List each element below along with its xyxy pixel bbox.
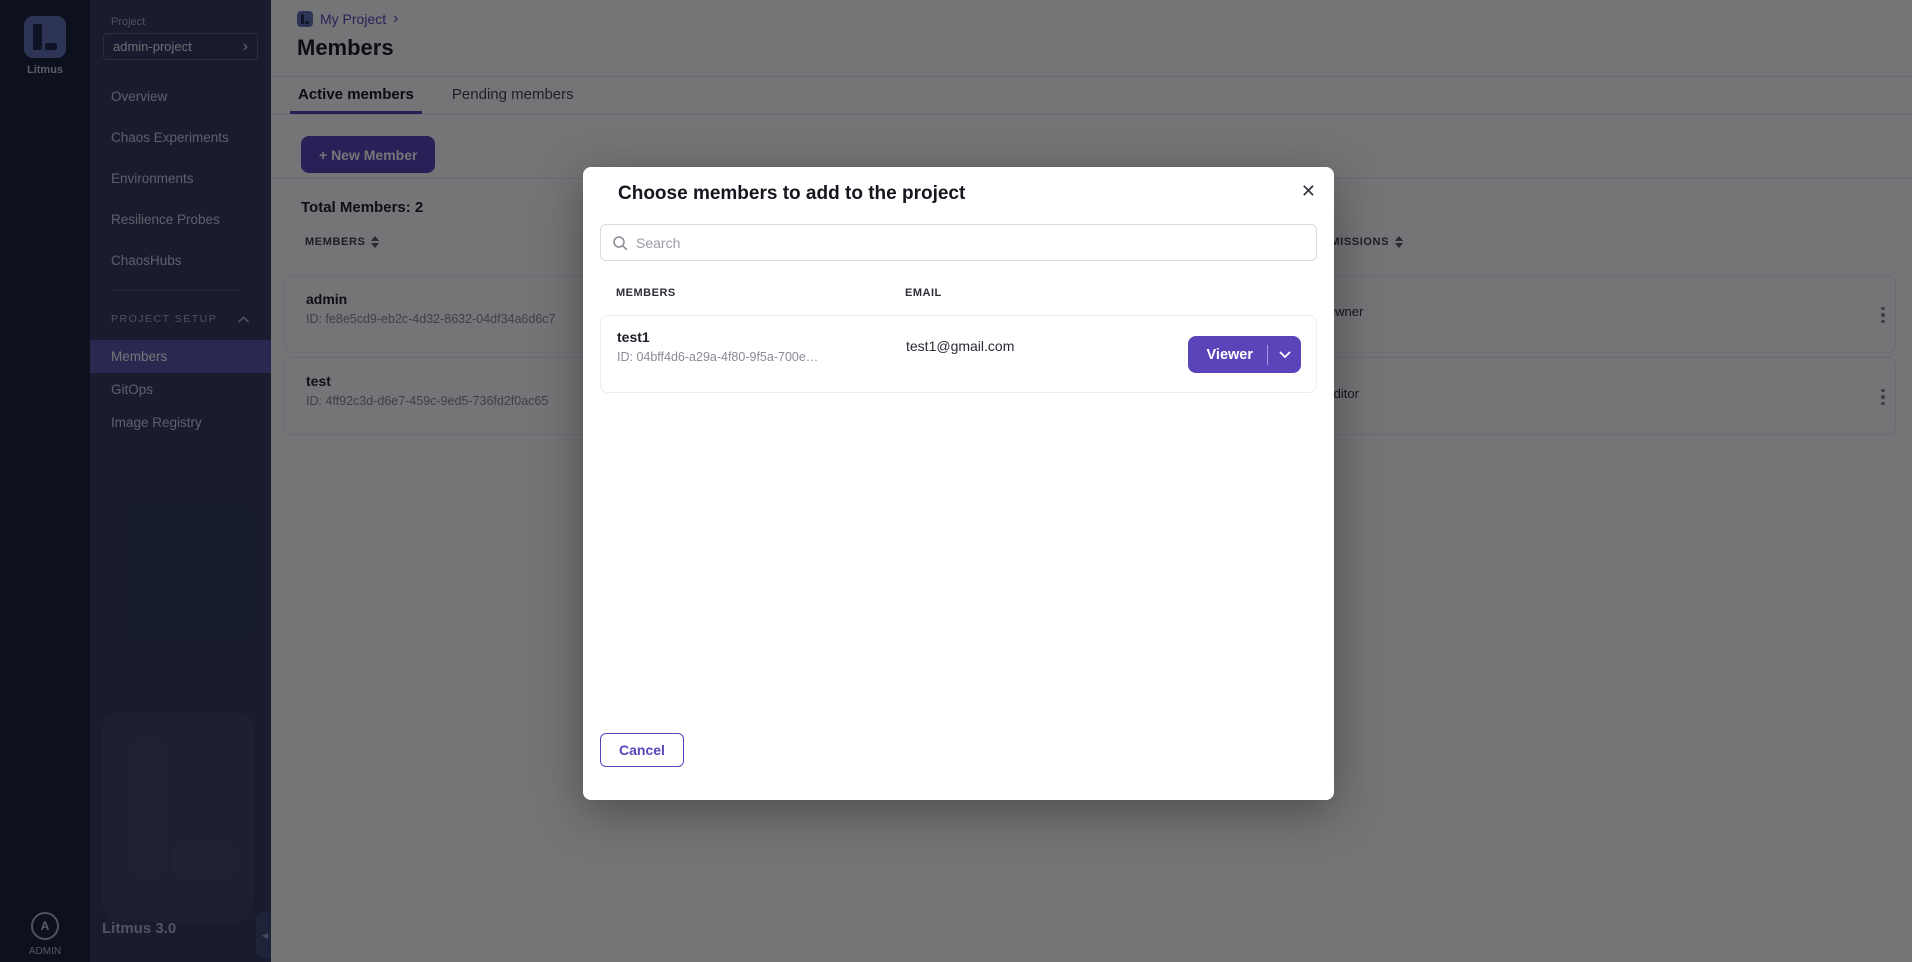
modal-column-header-email: EMAIL [905,287,942,299]
search-input[interactable] [636,235,1316,251]
litmus-app: Litmus A ADMIN Project admin-project › O… [0,0,1912,962]
search-box [600,224,1317,261]
modal-column-header-members: MEMBERS [616,287,676,299]
member-email: test1@gmail.com [906,338,1014,354]
cancel-button[interactable]: Cancel [600,733,684,767]
close-icon[interactable]: ✕ [1301,181,1316,202]
modal-member-row: test1 ID: 04bff4d6-a29a-4f80-9f5a-700e… … [600,315,1317,393]
member-name: test1 [617,329,650,345]
role-viewer-split-button[interactable]: Viewer [1188,336,1302,373]
modal-title: Choose members to add to the project [618,183,965,205]
chevron-down-icon[interactable] [1268,351,1301,359]
add-members-modal: Choose members to add to the project ✕ M… [583,167,1334,800]
search-icon [612,235,628,251]
role-button-label: Viewer [1188,347,1268,363]
member-id: ID: 04bff4d6-a29a-4f80-9f5a-700e… [617,350,818,364]
